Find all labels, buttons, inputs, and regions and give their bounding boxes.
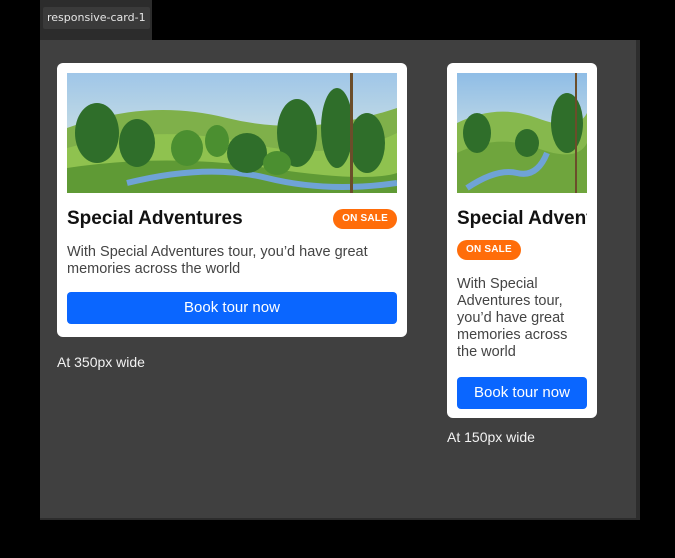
card-description: With Special Adventures tour, you’d have… bbox=[67, 244, 368, 277]
caption-150: At 150px wide bbox=[447, 429, 535, 445]
card-350: Special Adventures ON SALE With Special … bbox=[57, 63, 407, 337]
book-tour-button[interactable]: Book tour now bbox=[457, 377, 587, 409]
caption-350: At 350px wide bbox=[57, 354, 145, 370]
card-title: Special Advent bbox=[457, 208, 587, 229]
card-title: Special Adventures bbox=[67, 208, 243, 229]
book-tour-button[interactable]: Book tour now bbox=[67, 292, 397, 324]
card-description: With Special Adventures tour, you’d have… bbox=[457, 276, 568, 360]
landscape-image bbox=[67, 73, 397, 193]
frame-label[interactable]: responsive-card-1 bbox=[43, 7, 150, 29]
artboard-frame: Special Adventures ON SALE With Special … bbox=[40, 40, 640, 520]
landscape-icon bbox=[67, 73, 397, 193]
card-150: Special Advent ON SALE With Special Adve… bbox=[447, 63, 597, 418]
sale-badge: ON SALE bbox=[457, 240, 521, 260]
sale-badge: ON SALE bbox=[333, 209, 397, 229]
title-row: Special Adventures ON SALE bbox=[67, 208, 397, 230]
landscape-image bbox=[457, 73, 587, 193]
frame-tab[interactable]: responsive-card-1 bbox=[40, 0, 152, 40]
landscape-icon bbox=[457, 73, 587, 193]
